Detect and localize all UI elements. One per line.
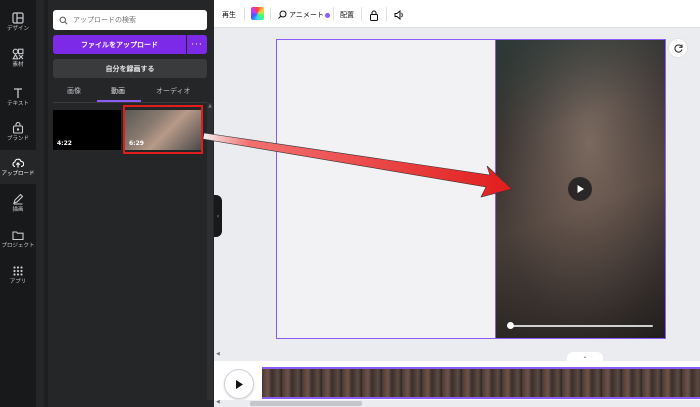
search-input[interactable] <box>73 16 193 24</box>
rail-label-brand: ブランド <box>6 136 29 142</box>
toolbar-divider <box>386 7 387 21</box>
lock-icon <box>370 10 378 21</box>
rail-label-projects: プロジェクト <box>1 243 35 249</box>
rail-label-text: テキスト <box>7 101 29 107</box>
video-thumbnail-1[interactable]: 4:22 <box>53 110 121 150</box>
record-yourself-button[interactable]: 自分を録画する <box>53 59 207 78</box>
animate-icon <box>278 10 287 19</box>
scroll-up-icon[interactable]: ▲ <box>207 103 213 109</box>
tab-divider <box>53 102 207 103</box>
rail-label-draw: 描画 <box>12 207 24 213</box>
rail-item-draw[interactable]: 描画 <box>0 186 36 220</box>
rail-item-brand[interactable]: ブランド <box>0 115 36 149</box>
rail-item-text[interactable]: テキスト <box>0 80 36 114</box>
scroll-left-icon[interactable]: ◀ <box>216 351 220 357</box>
toolbar-divider <box>333 7 334 21</box>
panel-divider-strip <box>44 0 48 407</box>
rail-label-uploads: アップロード <box>1 171 35 177</box>
position-button[interactable]: 配置 <box>340 9 354 21</box>
active-tab-underline <box>97 100 141 102</box>
thumbnail-duration: 4:22 <box>57 140 72 147</box>
rail-label-elements: 素材 <box>12 62 24 68</box>
tab-images[interactable]: 画像 <box>67 86 81 100</box>
timeline-toggle[interactable]: ⌄ <box>567 352 603 361</box>
folder-icon <box>12 231 24 241</box>
highlight-box <box>123 105 203 154</box>
volume-button[interactable] <box>394 9 405 21</box>
rail-item-projects[interactable]: プロジェクト <box>0 222 36 256</box>
lock-button[interactable] <box>369 9 379 21</box>
timeline-video-clip[interactable] <box>262 367 700 399</box>
draw-icon <box>13 193 24 205</box>
video-progress-bar[interactable] <box>512 325 653 327</box>
left-nav-rail: デザイン 素材 テキスト ブランド アップロード 描画 プロジェクト アプリ <box>0 0 36 407</box>
apps-icon <box>13 266 23 276</box>
text-icon <box>14 88 22 98</box>
rail-item-uploads[interactable]: アップロード <box>0 150 36 184</box>
rail-label-apps: アプリ <box>9 279 27 285</box>
cloud-upload-icon <box>12 158 24 168</box>
play-icon <box>577 185 584 193</box>
animate-button[interactable]: アニメート <box>277 9 330 21</box>
upload-file-button[interactable]: ファイルをアップロード <box>53 35 186 54</box>
tab-videos[interactable]: 動画 <box>111 86 125 100</box>
rail-item-elements[interactable]: 素材 <box>0 41 36 75</box>
more-options-button[interactable]: ··· <box>187 35 207 54</box>
tab-audio[interactable]: オーディオ <box>156 86 191 100</box>
rail-item-apps[interactable]: アプリ <box>0 258 36 292</box>
panel-scrollbar[interactable] <box>207 103 213 400</box>
volume-icon <box>394 10 403 20</box>
rail-label-design: デザイン <box>6 26 29 32</box>
play-toolbar-button[interactable]: 再生 <box>222 9 236 21</box>
layout-icon <box>12 12 24 24</box>
rail-item-design[interactable]: デザイン <box>0 5 36 39</box>
play-icon <box>236 379 243 389</box>
video-play-button[interactable] <box>568 177 592 201</box>
search-box[interactable] <box>53 10 207 30</box>
color-picker-button[interactable] <box>251 7 264 20</box>
elements-icon <box>12 48 24 60</box>
animate-label: アニメート <box>289 11 324 19</box>
toolbar-divider <box>270 7 271 21</box>
search-icon <box>59 16 68 24</box>
timeline-scrollbar-thumb[interactable] <box>250 401 362 406</box>
brand-icon <box>12 122 24 134</box>
collapse-panel-handle[interactable]: ‹ <box>214 195 222 237</box>
rotate-icon <box>673 43 683 53</box>
new-feature-dot <box>324 12 330 18</box>
toolbar-divider <box>244 7 245 21</box>
timeline-play-button[interactable] <box>224 369 254 399</box>
video-progress-knob[interactable] <box>507 322 514 329</box>
timeline-scroll-left-icon[interactable]: ◀ <box>216 399 220 405</box>
toolbar-divider <box>361 7 362 21</box>
rotate-button[interactable] <box>668 38 688 58</box>
